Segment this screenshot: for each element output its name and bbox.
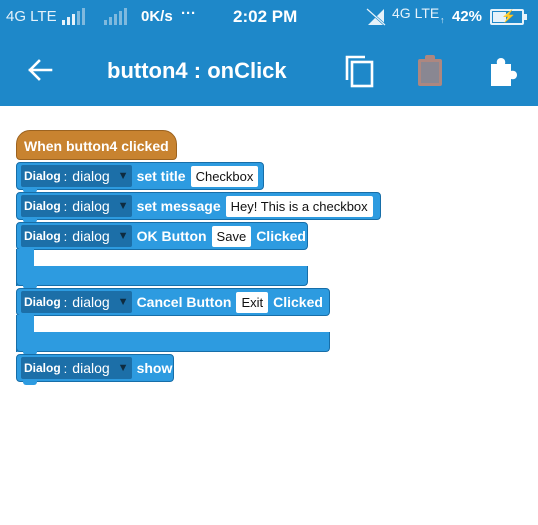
network-speed: 0K/s (141, 8, 173, 25)
no-signal-icon (366, 8, 386, 26)
blocks-workspace[interactable]: When button4 clicked Dialog : dialog ▼ s… (0, 106, 538, 525)
network-type-left: 4G LTE (6, 8, 57, 25)
block-label: Cancel Button (136, 294, 232, 310)
event-block-label: When button4 clicked (24, 138, 169, 154)
battery-percent: 42% (452, 8, 483, 25)
show-block[interactable]: Dialog : dialog ▼ show (16, 354, 174, 385)
dropdown-arrow-icon: ▼ (117, 170, 129, 182)
dialog-object-selector[interactable]: Dialog : dialog ▼ (21, 195, 132, 217)
dropdown-arrow-icon: ▼ (117, 200, 129, 212)
clipboard-icon[interactable] (410, 50, 450, 90)
ok-button-text-field[interactable]: Save (211, 225, 252, 247)
dropdown-arrow-icon: ▼ (117, 230, 129, 242)
block-suffix-label: Clicked (273, 294, 323, 310)
copy-icon[interactable] (339, 50, 379, 90)
block-label: set title (136, 168, 186, 184)
puzzle-icon[interactable] (482, 50, 522, 90)
battery-icon: ⚡ (490, 9, 527, 25)
block-suffix-label: Clicked (256, 228, 306, 244)
ok-button-statement-slot[interactable] (16, 249, 308, 289)
cancel-button-text-field[interactable]: Exit (236, 291, 269, 313)
cancel-button-block[interactable]: Dialog : dialog ▼ Cancel Button Exit Cli… (16, 288, 330, 316)
dropdown-arrow-icon: ▼ (117, 362, 129, 374)
block-label: show (136, 360, 173, 376)
title-value-field[interactable]: Checkbox (190, 165, 259, 187)
dialog-object-selector[interactable]: Dialog : dialog ▼ (21, 225, 132, 247)
block-label: set message (136, 198, 221, 214)
status-bar: 4G LTE 0K/s ··· 2:02 PM 4G LTE ↑ 42% ⚡ (0, 0, 538, 34)
more-notifications-icon: ··· (181, 5, 196, 22)
dialog-object-selector[interactable]: Dialog : dialog ▼ (21, 291, 132, 313)
set-message-block[interactable]: Dialog : dialog ▼ set message Hey! This … (16, 192, 381, 223)
message-value-field[interactable]: Hey! This is a checkbox (225, 195, 373, 217)
charging-bolt-icon: ⚡ (501, 9, 516, 23)
ok-button-block[interactable]: Dialog : dialog ▼ OK Button Save Clicked (16, 222, 308, 250)
dialog-object-selector[interactable]: Dialog : dialog ▼ (21, 165, 132, 187)
event-block-when-clicked[interactable]: When button4 clicked (16, 130, 177, 160)
arrow-back-icon[interactable] (20, 50, 60, 90)
dialog-object-selector[interactable]: Dialog : dialog ▼ (21, 357, 132, 379)
set-title-block[interactable]: Dialog : dialog ▼ set title Checkbox (16, 162, 264, 193)
page-title: button4 : onClick (107, 58, 287, 83)
signal-strength-sim2-icon (104, 8, 132, 25)
app-bar: button4 : onClick (0, 34, 538, 106)
cancel-button-statement-slot[interactable] (16, 315, 330, 355)
network-type-right: 4G LTE (392, 5, 440, 21)
block-label: OK Button (136, 228, 207, 244)
clock: 2:02 PM (233, 7, 298, 26)
data-activity-icon: ↑ (440, 15, 445, 25)
dropdown-arrow-icon: ▼ (117, 296, 129, 308)
signal-strength-icon (62, 8, 90, 25)
